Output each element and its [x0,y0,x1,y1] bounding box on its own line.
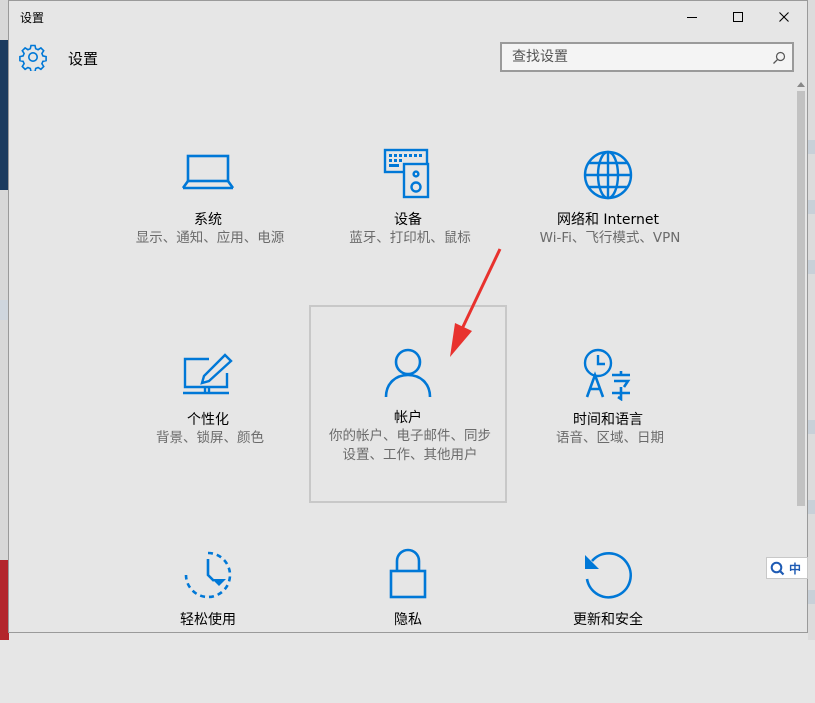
ime-label: 中 [789,561,802,576]
maximize-button[interactable] [715,1,761,33]
laptop-icon [111,153,305,193]
search-input[interactable] [502,44,772,70]
tile-description: 你的帐户、电子邮件、同步设置、工作、其他用户 [329,428,491,463]
tile-network[interactable]: 网络和 Internet Wi-Fi、飞行模式、VPN [509,105,707,303]
tile-name: 隐私 [394,612,422,628]
search-box[interactable] [500,42,794,72]
ime-indicator[interactable]: 中 [766,557,808,579]
scroll-up-arrow[interactable] [795,79,807,89]
close-button[interactable] [761,1,807,33]
account-icon [311,347,505,399]
personalization-icon [111,353,305,397]
gear-icon [19,43,47,75]
settings-window: 设置 设置 系统 [8,0,808,633]
tile-description: 语音、区域、日期 [556,430,664,446]
tile-name: 更新和安全 [573,612,643,628]
tile-description: 显示、通知、应用、电源 [135,230,285,246]
search-icon[interactable] [772,50,786,69]
update-icon [511,549,705,601]
lock-icon [311,547,505,601]
tile-time-language[interactable]: 时间和语言 语音、区域、日期 [509,305,707,503]
minimize-button[interactable] [669,1,715,33]
close-icon [779,12,789,22]
tile-name: 网络和 Internet [556,212,660,228]
title-bar[interactable]: 设置 [9,1,807,33]
maximize-icon [733,12,743,22]
minimize-icon [687,17,697,18]
ease-of-access-icon [111,549,305,601]
globe-icon [511,149,705,201]
page-title: 设置 [68,50,99,68]
tile-personalization[interactable]: 个性化 背景、锁屏、颜色 [109,305,307,503]
tile-accounts[interactable]: 帐户 你的帐户、电子邮件、同步设置、工作、其他用户 [309,305,507,503]
tile-description: 蓝牙、打印机、鼠标 [349,230,471,246]
tile-name: 系统 [194,212,222,228]
tile-system[interactable]: 系统 显示、通知、应用、电源 [109,105,307,303]
time-language-icon [511,347,705,401]
tile-name: 轻松使用 [180,612,236,628]
search-icon [770,561,785,575]
tile-ease-of-access[interactable]: 轻松使用 [109,505,307,703]
devices-icon [311,147,505,199]
tile-name: 帐户 [394,410,422,426]
desktop-background-right [808,0,815,640]
tile-devices[interactable]: 设备 蓝牙、打印机、鼠标 [309,105,507,303]
tile-name: 设备 [394,212,422,228]
scrollbar[interactable] [795,79,807,632]
tile-description: 背景、锁屏、颜色 [156,430,264,446]
tile-name: 时间和语言 [573,412,643,428]
window-title: 设置 [20,11,45,25]
tile-privacy[interactable]: 隐私 [309,505,507,703]
tile-name: 个性化 [187,412,229,428]
tile-description: Wi-Fi、飞行模式、VPN [539,230,681,246]
scroll-thumb[interactable] [797,91,805,506]
tile-update-security[interactable]: 更新和安全 [509,505,707,703]
